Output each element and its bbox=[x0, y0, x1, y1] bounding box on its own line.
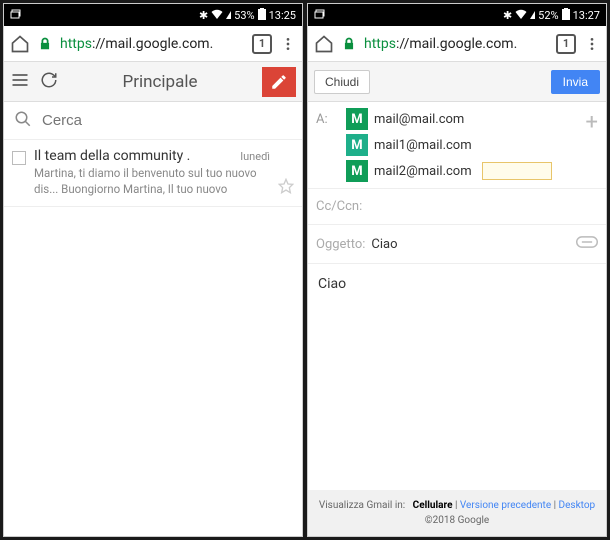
to-label: A: bbox=[316, 108, 340, 127]
bluetooth-icon: ✱ bbox=[503, 9, 512, 22]
recipient-chip[interactable]: Mmail@mail.com bbox=[346, 108, 580, 130]
tab-count[interactable]: 1 bbox=[252, 34, 272, 54]
footer-mobile-link[interactable]: Cellulare bbox=[413, 500, 453, 511]
battery-icon bbox=[562, 8, 570, 23]
cc-field[interactable]: Cc/Ccn: bbox=[308, 189, 606, 225]
compose-bar: Chiudi Invia bbox=[308, 62, 606, 102]
gmail-app-bar: Principale bbox=[4, 62, 302, 102]
send-button[interactable]: Invia bbox=[551, 70, 600, 94]
status-bar: ✱ 52% 13:27 bbox=[308, 4, 606, 26]
recipient-chip[interactable]: Mmail2@mail.com bbox=[346, 160, 580, 182]
footer-copyright: ©2018 Google bbox=[425, 515, 489, 526]
status-bar: ✱ 53% 13:25 bbox=[4, 4, 302, 26]
close-button[interactable]: Chiudi bbox=[314, 70, 370, 94]
screenshot-icon bbox=[314, 8, 326, 23]
browser-bar: https://mail.google.com. 1 bbox=[308, 26, 606, 62]
signal-icon bbox=[226, 11, 231, 19]
search-row[interactable] bbox=[4, 102, 302, 140]
url-bar[interactable]: https://mail.google.com. bbox=[60, 36, 244, 52]
add-recipient-icon[interactable]: + bbox=[586, 108, 598, 135]
lock-icon bbox=[342, 37, 356, 51]
search-icon bbox=[14, 110, 32, 132]
compose-button[interactable] bbox=[262, 67, 296, 97]
footer: Visualizza Gmail in: Cellulare | Version… bbox=[308, 490, 606, 536]
home-icon[interactable] bbox=[10, 34, 30, 54]
home-icon[interactable] bbox=[314, 34, 334, 54]
attach-icon[interactable] bbox=[576, 235, 598, 253]
battery-text: 53% bbox=[234, 9, 254, 22]
right-phone: ✱ 52% 13:27 https://mail.google.com. 1 bbox=[307, 3, 607, 537]
signal-icon bbox=[530, 11, 535, 19]
clock-text: 13:27 bbox=[573, 9, 600, 22]
email-checkbox[interactable] bbox=[12, 151, 26, 165]
recipient-email: mail@mail.com bbox=[374, 112, 464, 127]
wifi-icon bbox=[515, 9, 527, 22]
recipient-chip[interactable]: Mmail1@mail.com bbox=[346, 134, 580, 156]
lock-icon bbox=[38, 37, 52, 51]
battery-text: 52% bbox=[538, 9, 558, 22]
url-bar[interactable]: https://mail.google.com. bbox=[364, 36, 548, 52]
footer-view-in: Visualizza Gmail in: bbox=[319, 500, 405, 511]
recipient-avatar: M bbox=[346, 160, 368, 182]
folder-title: Principale bbox=[68, 72, 252, 92]
subject-label: Oggetto: bbox=[316, 237, 365, 252]
search-input[interactable] bbox=[42, 112, 292, 129]
recipient-email: mail1@mail.com bbox=[374, 138, 472, 153]
subject-field[interactable]: Oggetto: Ciao bbox=[308, 225, 606, 264]
tab-count[interactable]: 1 bbox=[556, 34, 576, 54]
battery-icon bbox=[258, 8, 266, 23]
email-snippet: Martina, ti diamo il benvenuto sul tuo n… bbox=[34, 166, 270, 198]
footer-older-link[interactable]: Versione precedente bbox=[460, 500, 551, 511]
clock-text: 13:25 bbox=[269, 9, 296, 22]
subject-value: Ciao bbox=[371, 237, 570, 252]
to-field: A: Mmail@mail.comMmail1@mail.comMmail2@m… bbox=[308, 102, 606, 189]
recipient-email: mail2@mail.com bbox=[374, 164, 472, 179]
recipient-input[interactable] bbox=[482, 162, 552, 180]
reload-icon[interactable] bbox=[40, 71, 58, 93]
bluetooth-icon: ✱ bbox=[199, 9, 208, 22]
email-date: lunedì bbox=[240, 150, 270, 163]
menu-dots-icon[interactable] bbox=[584, 36, 600, 52]
email-list-item[interactable]: Il team della community . lunedì Martina… bbox=[4, 140, 302, 207]
menu-dots-icon[interactable] bbox=[280, 36, 296, 52]
hamburger-icon[interactable] bbox=[10, 70, 30, 94]
screenshot-icon bbox=[10, 8, 22, 23]
recipient-avatar: M bbox=[346, 108, 368, 130]
left-phone: ✱ 53% 13:25 https://mail.google.com. 1 bbox=[3, 3, 303, 537]
email-sender: Il team della community . bbox=[34, 148, 190, 164]
compose-body[interactable]: Ciao bbox=[308, 264, 606, 490]
recipient-avatar: M bbox=[346, 134, 368, 156]
browser-bar: https://mail.google.com. 1 bbox=[4, 26, 302, 62]
wifi-icon bbox=[211, 9, 223, 22]
star-icon[interactable] bbox=[278, 178, 294, 198]
footer-desktop-link[interactable]: Desktop bbox=[559, 500, 596, 511]
